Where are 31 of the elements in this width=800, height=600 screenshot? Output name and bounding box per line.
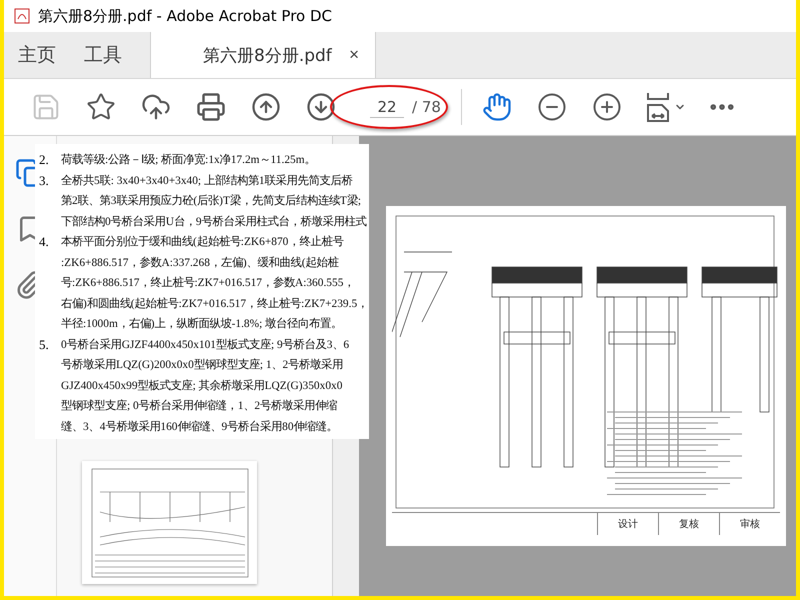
note-line: 缝、3、4号桥墩采用160伸缩缝、9号桥台采用80伸缩缝。 [61, 420, 339, 434]
nav-tab[interactable]: 主页 [4, 32, 70, 78]
note-line: 右偏)和圆曲线(起始桩号:ZK7+016.517，终止桩号:ZK7+239.5， [61, 296, 368, 312]
document-tab-label: 第六册8分册.pdf [203, 44, 332, 66]
nav-tab[interactable]: 工具 [70, 32, 136, 78]
note-number: 3. [39, 172, 50, 190]
note-line: 本桥平面分别位于缓和曲线(起始桩号:ZK6+870，终止桩号 [61, 234, 344, 250]
note-line: 全桥共5联: 3x40+3x40+3x40; 上部结构第1联采用先简支后桥 [61, 173, 354, 188]
note-line: 下部结构0号桥台采用U台，9号桥台采用柱式台，桥墩采用柱式 [61, 214, 367, 230]
page-count: / 78 [412, 98, 441, 116]
page-number-field[interactable]: 22 [370, 96, 404, 118]
note-line: 半径:1000m，右偏)上，纵断面纵坡-1.8%; 墩台径向布置。 [61, 316, 344, 332]
note-line: 0号桥台采用GJZF4400x450x101型板式支座; 9号桥台及3、6 [61, 338, 350, 352]
close-tab-button[interactable]: × [345, 45, 363, 65]
note-line: 号桥墩采用LQZ(G)200x0x0型钢球型支座; 1、2号桥墩采用 [61, 358, 344, 373]
note-line: :ZK6+886.517，参数A:337.268，左偏)、缓和曲线(起始桩 [61, 255, 340, 270]
document-tab[interactable]: 第六册8分册.pdf × [150, 32, 376, 78]
note-line: 第2联、第3联采用预应力砼(后张)T梁，先简支后结构连续T梁; [61, 193, 362, 209]
note-number: 5. [39, 336, 50, 354]
pdf-app-icon [14, 8, 30, 24]
note-line: 型钢球型支座; 0号桥台采用伸缩缝，1、2号桥墩采用伸缩 [61, 398, 338, 414]
note-number: 4. [39, 233, 50, 251]
title-block-cell: 复核 [658, 513, 719, 535]
window-title: 第六册8分册.pdf - Adobe Acrobat Pro DC [38, 6, 332, 26]
title-block-cell: 审核 [719, 513, 780, 535]
note-line: GJZ400x450x99型板式支座; 其余桥墩采用LQZ(G)350x0x0 [61, 378, 344, 394]
note-line: 号:ZK6+886.517，终止桩号:ZK7+016.517，参数A:360.555， [61, 275, 356, 291]
title-block-cell: 设计 [597, 513, 658, 535]
note-line: 荷载等级:公路－Ⅰ级; 桥面净宽:1x净17.2m～11.25m。 [61, 152, 316, 168]
note-number: 2. [39, 151, 50, 169]
page-thumbnail[interactable] [82, 461, 257, 584]
